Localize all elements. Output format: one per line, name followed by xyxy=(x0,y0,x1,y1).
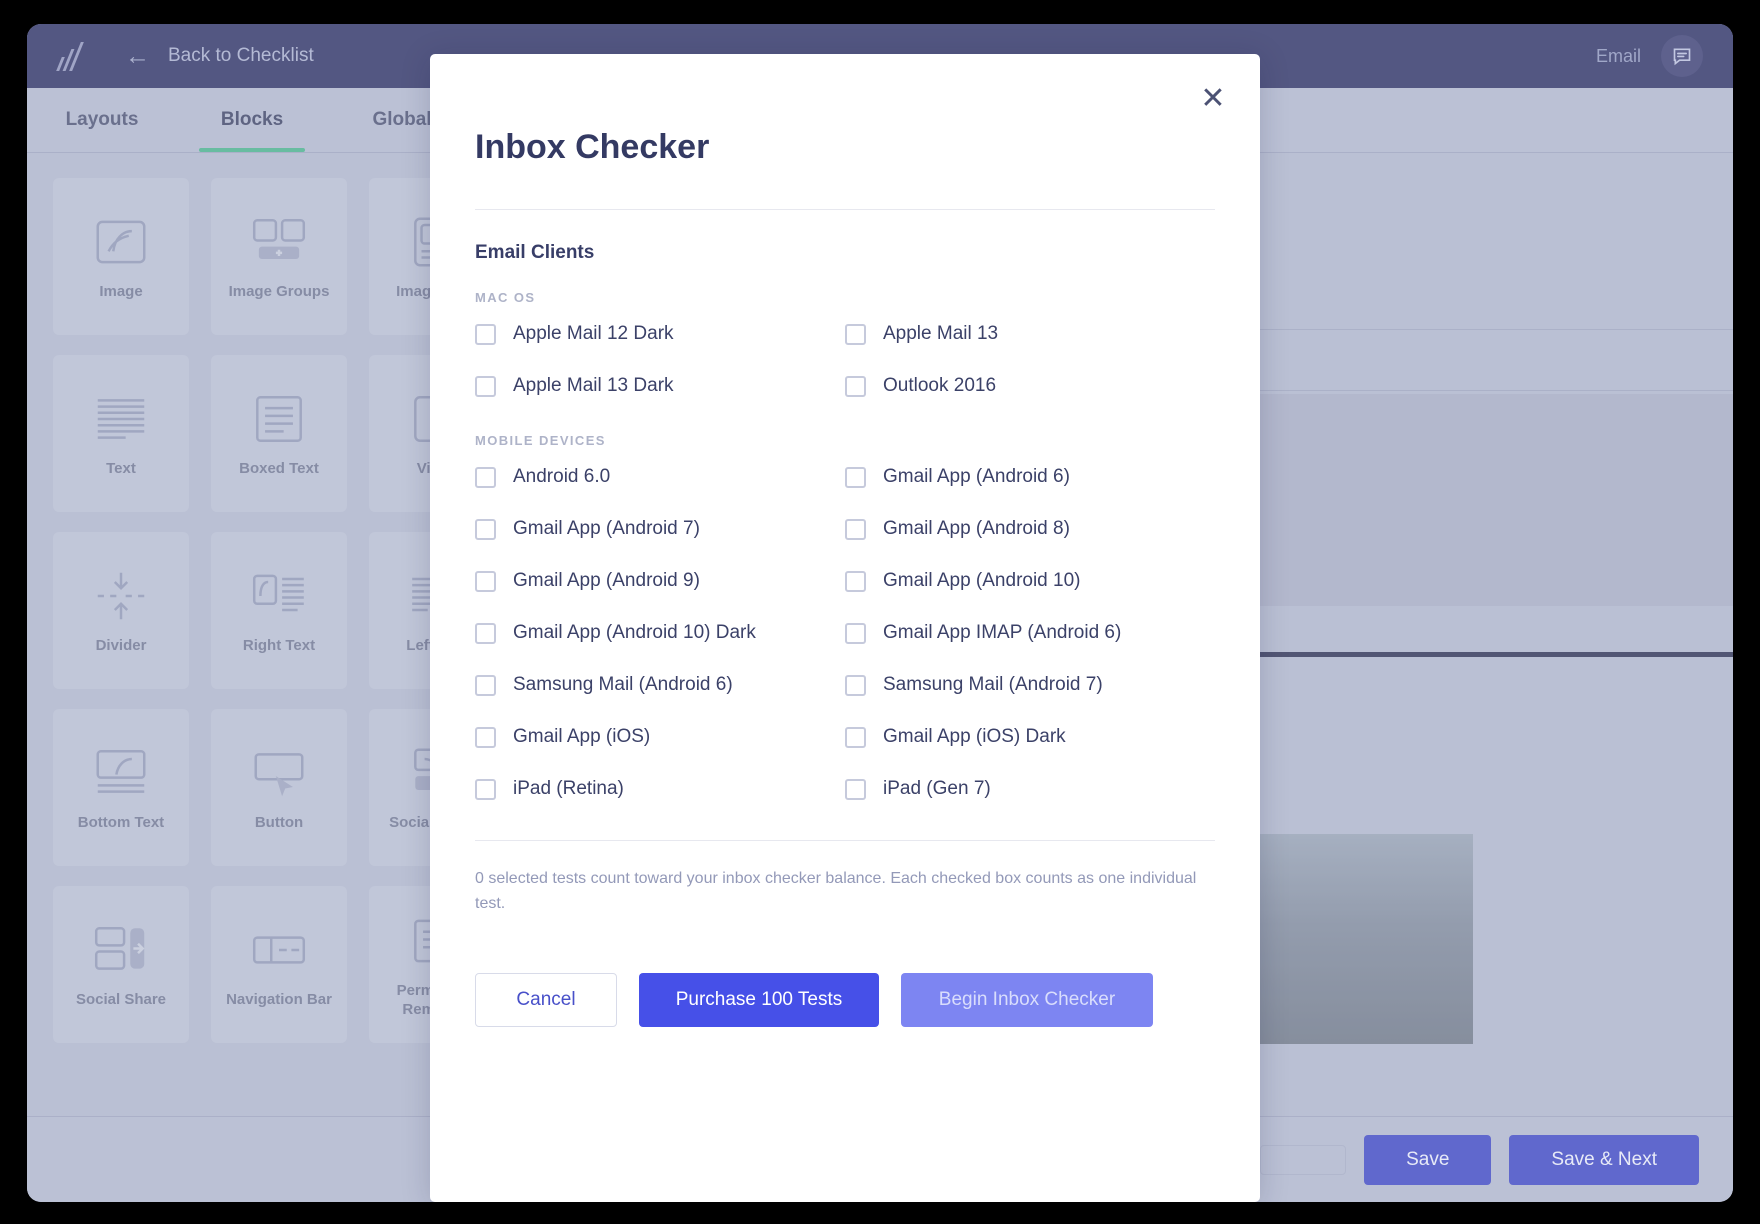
checkbox-label: Samsung Mail (Android 6) xyxy=(513,674,733,695)
checkbox-row[interactable]: iPad (Retina) xyxy=(475,768,845,810)
mac-os-checkbox-grid: Apple Mail 12 Dark Apple Mail 13 Apple M… xyxy=(475,313,1215,407)
checkbox-label: Gmail App (Android 10) xyxy=(883,570,1081,591)
checkbox-label: Gmail App (iOS) xyxy=(513,726,651,747)
inbox-checker-modal: ✕ Inbox Checker Email Clients MAC OS App… xyxy=(430,54,1260,1202)
group-label-mac-os: MAC OS xyxy=(475,290,536,305)
checkbox-label: Gmail App (Android 10) Dark xyxy=(513,622,756,643)
close-icon[interactable]: ✕ xyxy=(1196,82,1230,116)
checkbox-icon[interactable] xyxy=(845,323,866,345)
checkbox-icon[interactable] xyxy=(845,518,866,540)
checkbox-icon[interactable] xyxy=(845,375,866,397)
checkbox-label: iPad (Retina) xyxy=(513,778,624,799)
modal-action-row: Cancel Purchase 100 Tests Begin Inbox Ch… xyxy=(475,972,1215,1027)
email-clients-heading: Email Clients xyxy=(475,242,595,263)
checkbox-label: Samsung Mail (Android 7) xyxy=(883,674,1103,695)
checkbox-icon[interactable] xyxy=(475,778,496,800)
checkbox-label: Gmail App IMAP (Android 6) xyxy=(883,622,1122,643)
checkbox-icon[interactable] xyxy=(845,622,866,644)
checkbox-label: Gmail App (Android 8) xyxy=(883,518,1070,539)
checkbox-row[interactable]: Gmail App IMAP (Android 6) xyxy=(845,612,1215,654)
checkbox-icon[interactable] xyxy=(845,570,866,592)
checkbox-row[interactable]: Gmail App (Android 8) xyxy=(845,508,1215,550)
checkbox-label: Gmail App (Android 7) xyxy=(513,518,700,539)
checkbox-row[interactable]: Android 6.0 xyxy=(475,456,845,498)
checkbox-icon[interactable] xyxy=(475,375,496,397)
checkbox-label: Gmail App (Android 6) xyxy=(883,466,1070,487)
checkbox-row[interactable]: Apple Mail 13 Dark xyxy=(475,365,845,407)
checkbox-row[interactable]: Gmail App (Android 6) xyxy=(845,456,1215,498)
balance-note: 0 selected tests count toward your inbox… xyxy=(475,870,1197,912)
checkbox-label: Apple Mail 13 Dark xyxy=(513,375,674,396)
checkbox-label: iPad (Gen 7) xyxy=(883,778,991,799)
group-label-mobile-devices: MOBILE DEVICES xyxy=(475,433,606,448)
cancel-button[interactable]: Cancel xyxy=(475,972,617,1027)
modal-footer-divider xyxy=(475,840,1215,841)
checkbox-label: Gmail App (Android 9) xyxy=(513,570,700,591)
checkbox-icon[interactable] xyxy=(845,726,866,748)
checkbox-icon[interactable] xyxy=(845,778,866,800)
checkbox-row[interactable]: iPad (Gen 7) xyxy=(845,768,1215,810)
modal-title-divider xyxy=(475,209,1215,210)
app-window: ← Back to Checklist Email Layouts Blocks… xyxy=(27,24,1733,1202)
checkbox-icon[interactable] xyxy=(475,323,496,345)
checkbox-icon[interactable] xyxy=(475,726,496,748)
checkbox-label: Apple Mail 13 xyxy=(883,323,999,344)
mobile-devices-checkbox-grid: Android 6.0 Gmail App (Android 6) Gmail … xyxy=(475,456,1215,810)
checkbox-label: Outlook 2016 xyxy=(883,375,997,396)
checkbox-row[interactable]: Gmail App (iOS) Dark xyxy=(845,716,1215,758)
checkbox-icon[interactable] xyxy=(475,518,496,540)
checkbox-row[interactable]: Gmail App (Android 10) Dark xyxy=(475,612,845,654)
checkbox-row[interactable]: Gmail App (iOS) xyxy=(475,716,845,758)
checkbox-row[interactable]: Apple Mail 13 xyxy=(845,313,1215,355)
checkbox-label: Android 6.0 xyxy=(513,466,611,487)
checkbox-icon[interactable] xyxy=(475,570,496,592)
checkbox-row[interactable]: Apple Mail 12 Dark xyxy=(475,313,845,355)
checkbox-icon[interactable] xyxy=(845,466,866,488)
modal-title: Inbox Checker xyxy=(475,128,710,166)
checkbox-icon[interactable] xyxy=(475,622,496,644)
checkbox-row[interactable]: Samsung Mail (Android 7) xyxy=(845,664,1215,706)
checkbox-label: Gmail App (iOS) Dark xyxy=(883,726,1066,747)
checkbox-row[interactable]: Samsung Mail (Android 6) xyxy=(475,664,845,706)
checkbox-icon[interactable] xyxy=(475,466,496,488)
checkbox-row[interactable]: Gmail App (Android 7) xyxy=(475,508,845,550)
checkbox-icon[interactable] xyxy=(845,674,866,696)
purchase-tests-button[interactable]: Purchase 100 Tests xyxy=(639,972,879,1027)
begin-inbox-checker-button: Begin Inbox Checker xyxy=(901,972,1153,1027)
checkbox-icon[interactable] xyxy=(475,674,496,696)
checkbox-label: Apple Mail 12 Dark xyxy=(513,323,674,344)
checkbox-row[interactable]: Outlook 2016 xyxy=(845,365,1215,407)
checkbox-row[interactable]: Gmail App (Android 10) xyxy=(845,560,1215,602)
checkbox-row[interactable]: Gmail App (Android 9) xyxy=(475,560,845,602)
